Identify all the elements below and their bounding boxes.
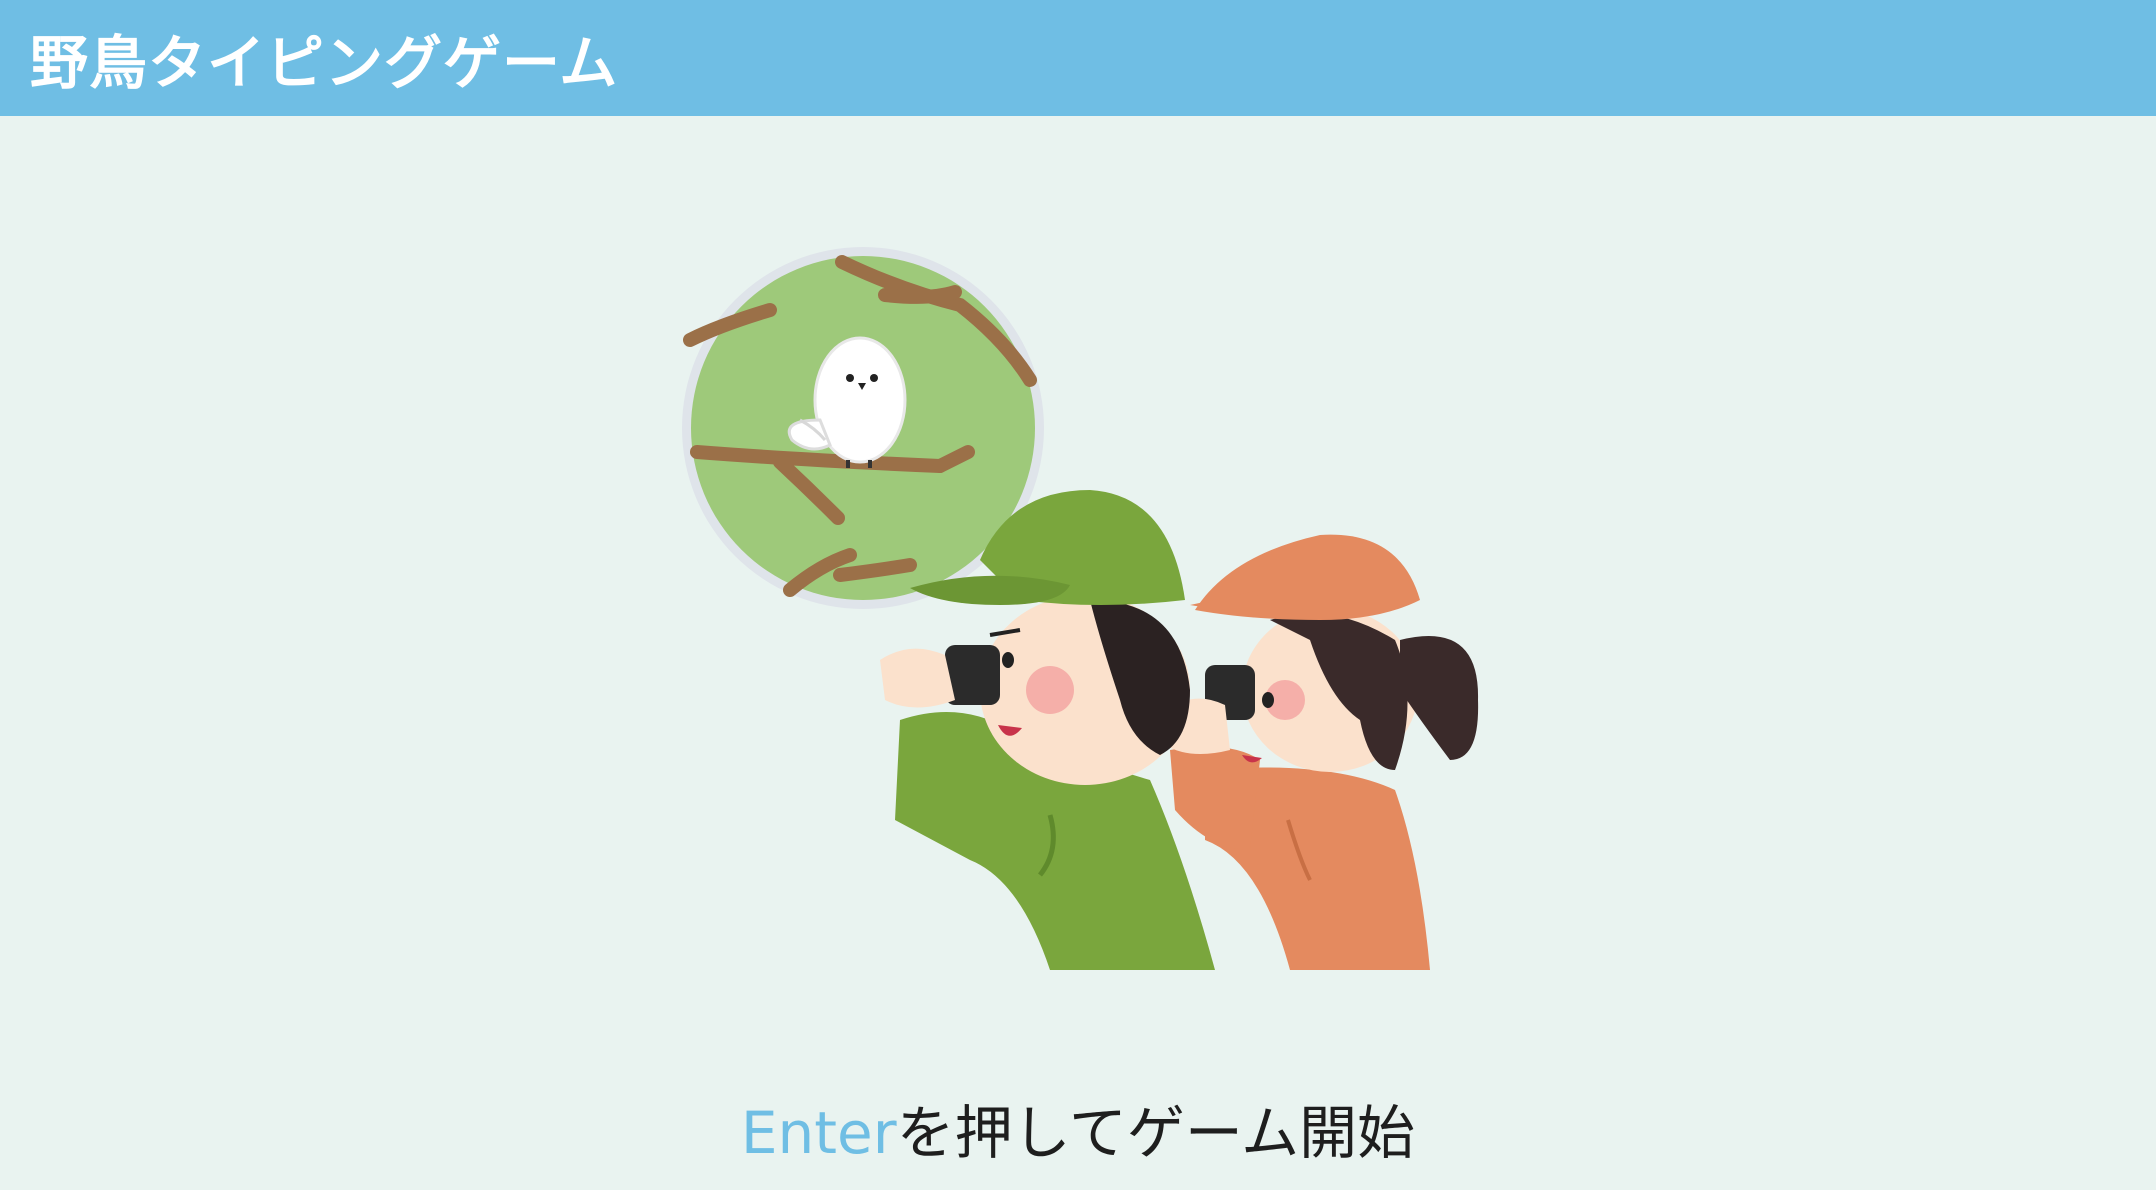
birdwatching-illustration <box>682 247 1479 970</box>
start-prompt: Enterを押してゲーム開始 <box>0 1088 2156 1178</box>
enter-key-label: Enter <box>740 1099 897 1167</box>
woman-figure <box>1165 534 1479 970</box>
start-instruction: を押してゲーム開始 <box>896 1099 1416 1167</box>
